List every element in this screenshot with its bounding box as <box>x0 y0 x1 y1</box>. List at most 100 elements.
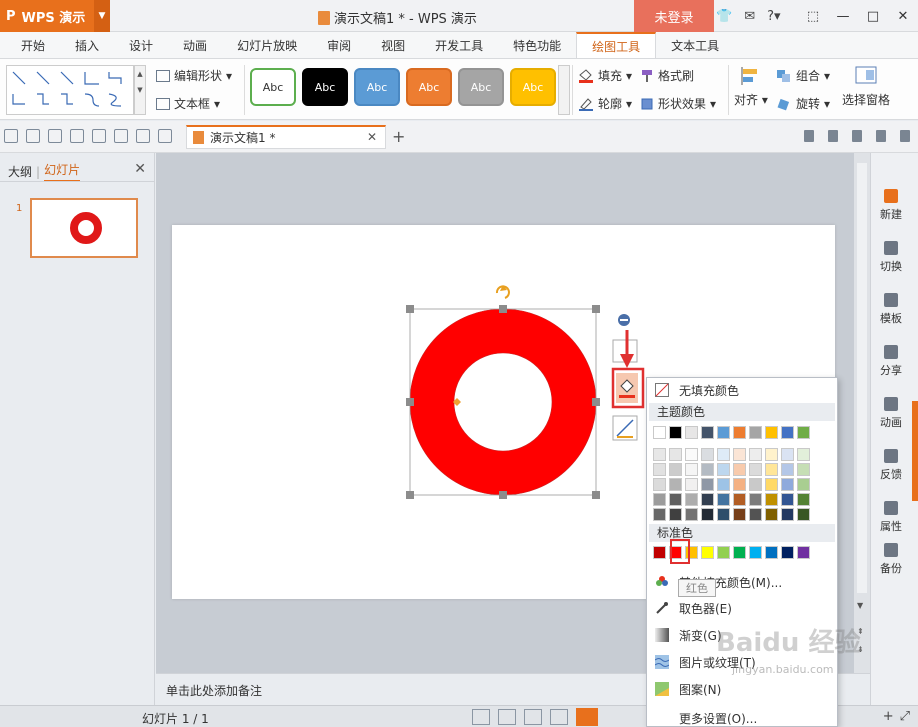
theme-shade-swatch-4[interactable] <box>717 463 730 476</box>
theme-shade-swatch-6[interactable] <box>749 493 762 506</box>
theme-shade-swatch-7[interactable] <box>765 478 778 491</box>
sidebar-item-icon <box>884 501 898 515</box>
theme-shade-swatch-3[interactable] <box>701 493 714 506</box>
fit-window-icon[interactable]: ⤢ <box>900 709 910 724</box>
sidebar-item-1[interactable]: 切换 <box>871 241 911 274</box>
theme-shade-swatch-2[interactable] <box>685 448 698 461</box>
theme-shade-swatch-9[interactable] <box>797 508 810 521</box>
theme-shade-swatch-8[interactable] <box>781 448 794 461</box>
theme-shade-swatch-5[interactable] <box>733 493 746 506</box>
sidebar-item-5[interactable]: 反馈 <box>871 449 911 482</box>
standard-swatch-9[interactable] <box>797 546 810 559</box>
theme-shade-swatch-8[interactable] <box>781 478 794 491</box>
theme-colors-row <box>653 426 810 439</box>
theme-shade-swatch-5[interactable] <box>733 508 746 521</box>
theme-swatch-6[interactable] <box>749 426 762 439</box>
sidebar-expand-handle[interactable] <box>912 401 918 501</box>
sidebar-item-2[interactable]: 模板 <box>871 293 911 326</box>
theme-shade-swatch-1[interactable] <box>669 448 682 461</box>
donut-shape[interactable] <box>409 308 597 496</box>
normal-view-icon[interactable] <box>498 709 516 725</box>
theme-shade-swatch-3[interactable] <box>701 478 714 491</box>
rotate-handle-icon[interactable] <box>495 285 510 299</box>
theme-shade-swatch-9[interactable] <box>797 463 810 476</box>
theme-shade-swatch-0[interactable] <box>653 448 666 461</box>
selected-color-highlight <box>670 539 690 564</box>
notes-toggle-icon[interactable] <box>472 709 490 725</box>
theme-shade-swatch-2[interactable] <box>685 478 698 491</box>
theme-shade-swatch-1[interactable] <box>669 478 682 491</box>
theme-shade-swatch-9[interactable] <box>797 478 810 491</box>
theme-shade-swatch-3[interactable] <box>701 508 714 521</box>
theme-swatch-9[interactable] <box>797 426 810 439</box>
theme-shade-swatch-5[interactable] <box>733 448 746 461</box>
standard-swatch-6[interactable] <box>749 546 762 559</box>
more-settings-item[interactable]: 更多设置(O)... <box>647 706 837 727</box>
theme-shade-swatch-2[interactable] <box>685 463 698 476</box>
standard-swatch-8[interactable] <box>781 546 794 559</box>
theme-shade-swatch-6[interactable] <box>749 478 762 491</box>
theme-shade-swatch-7[interactable] <box>765 508 778 521</box>
theme-shade-swatch-9[interactable] <box>797 448 810 461</box>
theme-shade-swatch-3[interactable] <box>701 448 714 461</box>
theme-shade-swatch-1[interactable] <box>669 508 682 521</box>
theme-shade-swatch-9[interactable] <box>797 493 810 506</box>
theme-shade-swatch-8[interactable] <box>781 508 794 521</box>
sidebar-item-7[interactable]: 备份 <box>871 543 911 576</box>
standard-swatch-4[interactable] <box>717 546 730 559</box>
theme-swatch-4[interactable] <box>717 426 730 439</box>
theme-swatch-5[interactable] <box>733 426 746 439</box>
theme-shade-swatch-0[interactable] <box>653 508 666 521</box>
sidebar-item-label: 切换 <box>880 260 902 273</box>
theme-shade-row <box>653 448 810 461</box>
more-colors-item[interactable]: 其他填充颜色(M)... <box>647 570 837 594</box>
theme-swatch-2[interactable] <box>685 426 698 439</box>
theme-swatch-0[interactable] <box>653 426 666 439</box>
standard-swatch-7[interactable] <box>765 546 778 559</box>
theme-shade-row <box>653 463 810 476</box>
theme-shade-swatch-3[interactable] <box>701 463 714 476</box>
sidebar-item-4[interactable]: 动画 <box>871 397 911 430</box>
pattern-item[interactable]: 图案(N) <box>647 677 837 701</box>
theme-shade-swatch-5[interactable] <box>733 478 746 491</box>
theme-swatch-1[interactable] <box>669 426 682 439</box>
zoom-in-icon[interactable]: + <box>883 709 894 724</box>
theme-shade-swatch-4[interactable] <box>717 478 730 491</box>
theme-shade-swatch-0[interactable] <box>653 478 666 491</box>
theme-shade-swatch-6[interactable] <box>749 463 762 476</box>
theme-shade-swatch-4[interactable] <box>717 448 730 461</box>
slide-sorter-icon[interactable] <box>524 709 542 725</box>
theme-shade-swatch-2[interactable] <box>685 493 698 506</box>
theme-shade-swatch-6[interactable] <box>749 508 762 521</box>
sidebar-item-3[interactable]: 分享 <box>871 345 911 378</box>
theme-shade-swatch-4[interactable] <box>717 508 730 521</box>
theme-shade-swatch-0[interactable] <box>653 493 666 506</box>
sidebar-item-6[interactable]: 属性 <box>871 501 911 534</box>
no-fill-item[interactable]: 无填充颜色 <box>647 378 837 402</box>
theme-shade-swatch-8[interactable] <box>781 463 794 476</box>
theme-shade-swatch-7[interactable] <box>765 493 778 506</box>
theme-shade-swatch-7[interactable] <box>765 448 778 461</box>
theme-shade-swatch-6[interactable] <box>749 448 762 461</box>
theme-swatch-3[interactable] <box>701 426 714 439</box>
theme-shade-swatch-1[interactable] <box>669 463 682 476</box>
theme-shade-row <box>653 478 810 491</box>
standard-swatch-5[interactable] <box>733 546 746 559</box>
theme-shade-swatch-2[interactable] <box>685 508 698 521</box>
theme-shade-swatch-1[interactable] <box>669 493 682 506</box>
theme-shade-swatch-0[interactable] <box>653 463 666 476</box>
eyedropper-item[interactable]: 取色器(E) <box>647 596 837 620</box>
theme-colors-header: 主题颜色 <box>649 403 835 421</box>
standard-swatch-0[interactable] <box>653 546 666 559</box>
theme-swatch-8[interactable] <box>781 426 794 439</box>
sidebar-item-0[interactable]: 新建 <box>871 189 911 222</box>
theme-shade-swatch-4[interactable] <box>717 493 730 506</box>
texture-icon <box>655 655 669 669</box>
reading-view-icon[interactable] <box>550 709 568 725</box>
theme-swatch-7[interactable] <box>765 426 778 439</box>
theme-shade-swatch-7[interactable] <box>765 463 778 476</box>
theme-shade-swatch-8[interactable] <box>781 493 794 506</box>
theme-shade-swatch-5[interactable] <box>733 463 746 476</box>
standard-swatch-3[interactable] <box>701 546 714 559</box>
slideshow-play-icon[interactable] <box>576 708 598 726</box>
